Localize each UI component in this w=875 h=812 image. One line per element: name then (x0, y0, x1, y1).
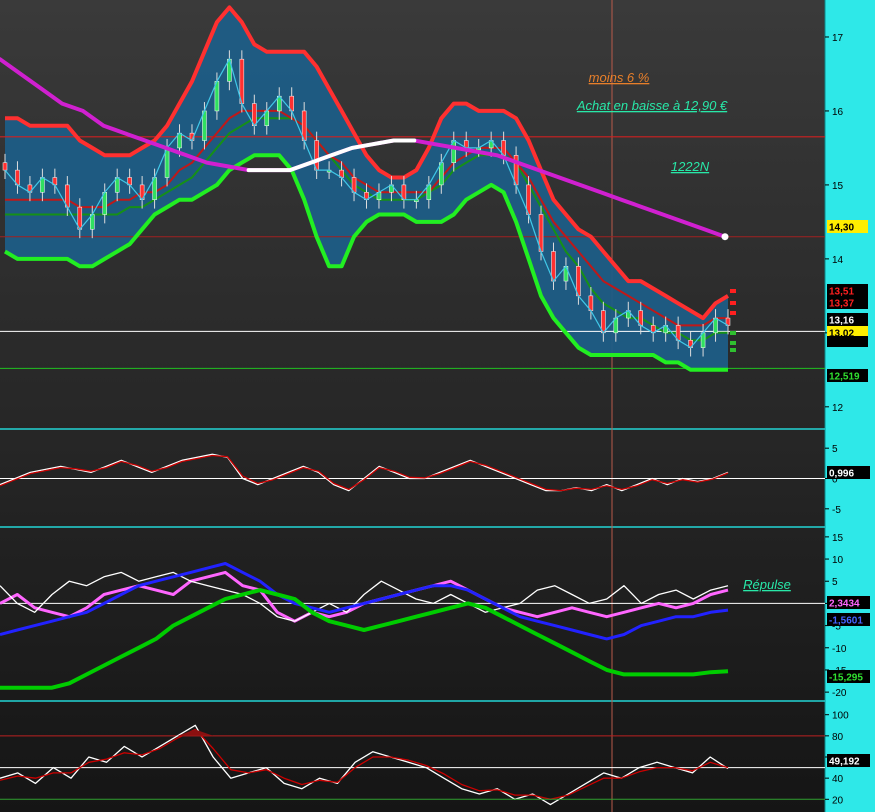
osc3-tick-label-0: 100 (832, 711, 849, 722)
osc3-tick-label-3: 40 (832, 774, 844, 785)
osc3-tick-label-1: 80 (832, 732, 844, 743)
stock-chart: moins 6 % Achat en baisse à 12,90 € 1222N 1… (0, 0, 875, 812)
osc2-tick-label-5: -10 (832, 644, 847, 655)
price-tick-label-1: 16 (832, 107, 844, 118)
projection-mark-4 (730, 341, 736, 345)
price-tick-label-2: 15 (832, 181, 844, 192)
osc2-tick-label-2: 5 (832, 577, 838, 588)
price-tag-overlap (827, 336, 868, 347)
annotation-repulse: Répulse (743, 577, 791, 592)
osc1-tick-label-0: 5 (832, 444, 838, 455)
osc1-tick-label-2: -5 (832, 505, 841, 516)
osc3-tick-label-4: 20 (832, 795, 844, 806)
osc2-tag-2: -15,295 (829, 673, 863, 684)
osc2-tag-1: -1,5601 (829, 616, 863, 627)
osc1-tag-0: 0,996 (829, 469, 854, 480)
projection-mark-1 (730, 301, 736, 305)
price-tick-label-3: 14 (832, 255, 844, 266)
projection-mark-5 (730, 348, 736, 352)
price-tag-1: 13,51 (829, 287, 854, 298)
candle-body (2, 162, 8, 171)
price-tag-2: 13,37 (829, 299, 854, 310)
price-tag-5: 12,519 (829, 372, 860, 383)
osc2-tag-0: 2,3434 (829, 599, 860, 610)
osc2-tick-label-0: 15 (832, 533, 844, 544)
annotation-achat: Achat en baisse à 12,90 € (576, 98, 728, 113)
plot-background (0, 0, 825, 812)
osc2-tick-label-7: -20 (832, 688, 847, 699)
chart-window: moins 6 % Achat en baisse à 12,90 € 1222N 1… (0, 0, 875, 812)
projection-mark-3 (730, 331, 736, 335)
price-tick-label-0: 17 (832, 33, 844, 44)
projection-mark-0 (730, 289, 736, 293)
long-ma-endpoint (721, 233, 729, 241)
price-tag-3: 13,16 (829, 316, 854, 327)
osc2-tick-label-1: 10 (832, 555, 844, 566)
price-tick-label-5: 12 (832, 403, 844, 414)
price-tag-0: 14,30 (829, 223, 854, 234)
annotation-1222n: 1222N (671, 159, 710, 174)
projection-mark-2 (730, 311, 736, 315)
annotation-moins-6: moins 6 % (589, 70, 650, 85)
osc3-tag-0: 49,192 (829, 757, 860, 768)
